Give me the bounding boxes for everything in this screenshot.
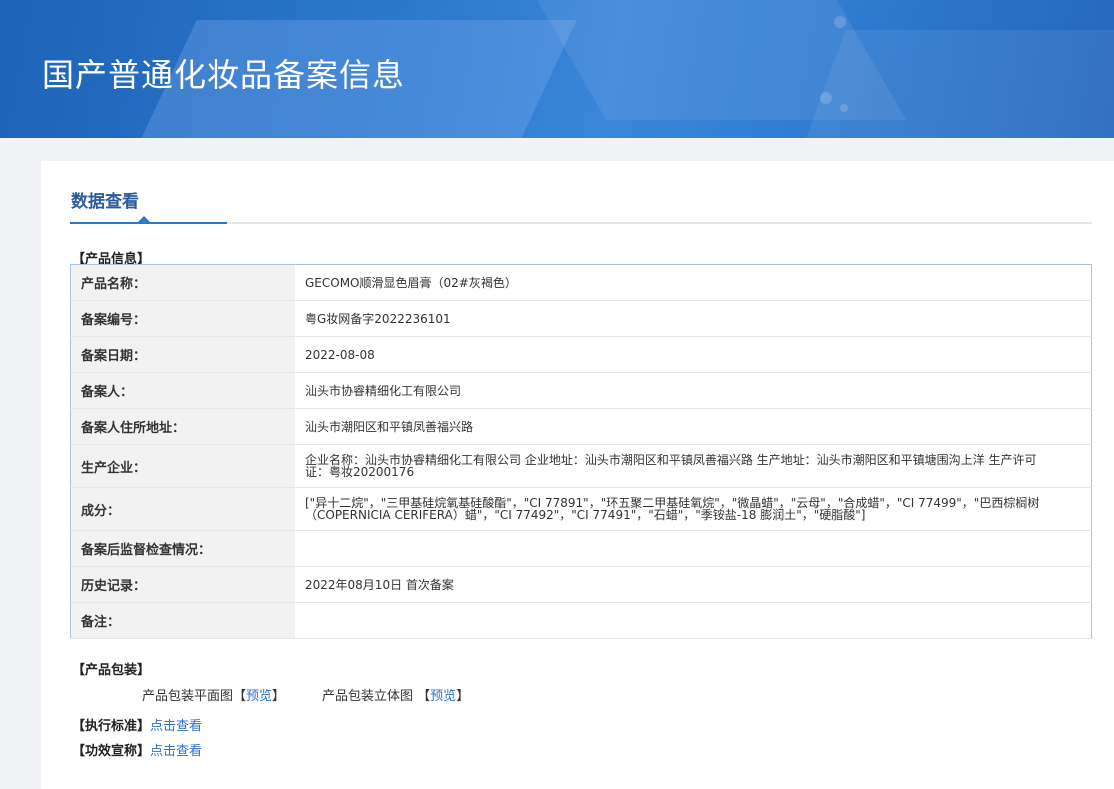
banner-decoration [794,30,1114,138]
row-label: 成分： [70,487,295,531]
header-banner: 国产普通化妆品备案信息 [0,0,1114,138]
row-value: 汕头市协睿精细化工有限公司 [295,372,1092,409]
packaging-solid-label: 产品包装立体图 [322,689,414,704]
preview-flat-link[interactable]: 预览 [246,689,272,704]
row-value [295,530,1092,567]
tab-caret-icon [138,216,150,222]
table-row: 备案人： 汕头市协睿精细化工有限公司 [70,372,1092,409]
packaging-flat-item: 产品包装平面图【预览】 [142,685,285,704]
bracket: 】 [272,689,286,704]
row-label: 备注： [70,602,295,639]
row-label: 备案人： [70,372,295,409]
table-row: 备案日期： 2022-08-08 [70,336,1092,373]
efficacy-view-link[interactable]: 点击查看 [150,740,202,759]
row-value: ["异十二烷"，"三甲基硅烷氧基硅酸酯"，"CI 77891"，"环五聚二甲基硅… [295,487,1092,531]
packaging-flat-label: 产品包装平面图 [142,689,234,704]
tab-data-view[interactable]: 数据查看 [71,187,139,212]
preview-solid-link[interactable]: 预览 [430,689,456,704]
packaging-title: 【产品包装】 [72,663,151,678]
row-value: 粤G妆网备字2022236101 [295,300,1092,337]
row-label: 备案日期： [70,336,295,373]
row-label: 历史记录： [70,566,295,603]
row-value: 2022年08月10日 首次备案 [295,566,1092,603]
row-label: 备案后监督检查情况： [70,530,295,567]
table-row: 历史记录： 2022年08月10日 首次备案 [70,566,1092,603]
page-title: 国产普通化妆品备案信息 [42,56,406,94]
table-row: 备案后监督检查情况： [70,530,1092,567]
table-row: 成分： ["异十二烷"，"三甲基硅烷氧基硅酸酯"，"CI 77891"，"环五聚… [70,487,1092,531]
row-label: 备案人住所地址： [70,408,295,445]
table-row: 产品名称： GECOMO顺滑显色眉膏（02#灰褐色） [70,264,1092,301]
banner-dot [840,104,848,112]
table-row: 备案编号： 粤G妆网备字2022236101 [70,300,1092,337]
row-value: GECOMO顺滑显色眉膏（02#灰褐色） [295,264,1092,301]
row-value: 汕头市潮阳区和平镇凤善福兴路 [295,408,1092,445]
product-info-table: 产品名称： GECOMO顺滑显色眉膏（02#灰褐色） 备案编号： 粤G妆网备字2… [70,264,1092,639]
packaging-solid-item: 产品包装立体图 【预览】 [322,685,469,704]
efficacy-title: 【功效宣称】 [72,744,151,759]
row-label: 产品名称： [70,264,295,301]
row-value: 企业名称：汕头市协睿精细化工有限公司 企业地址：汕头市潮阳区和平镇凤善福兴路 生… [295,444,1092,488]
row-label: 备案编号： [70,300,295,337]
row-label: 生产企业： [70,444,295,488]
standard-title: 【执行标准】 [72,719,151,734]
bracket: 【 [233,689,247,704]
row-value [295,602,1092,639]
bracket: 】 [456,689,470,704]
banner-dot [820,92,832,104]
table-row: 生产企业： 企业名称：汕头市协睿精细化工有限公司 企业地址：汕头市潮阳区和平镇凤… [70,444,1092,488]
standard-view-link[interactable]: 点击查看 [150,715,202,734]
tab-active-indicator [70,222,227,224]
table-row: 备注： [70,602,1092,639]
table-row: 备案人住所地址： 汕头市潮阳区和平镇凤善福兴路 [70,408,1092,445]
row-value: 2022-08-08 [295,336,1092,373]
banner-dot [834,16,846,28]
bracket: 【 [417,689,431,704]
